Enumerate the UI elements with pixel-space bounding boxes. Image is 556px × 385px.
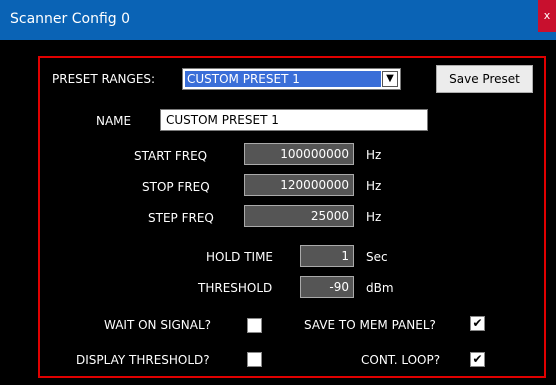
start-freq-input[interactable]: 100000000: [244, 143, 354, 165]
cont-loop-checkbox[interactable]: ✔: [470, 352, 485, 367]
preset-ranges-label: PRESET RANGES:: [52, 72, 156, 86]
display-threshold-label: DISPLAY THRESHOLD?: [76, 353, 210, 367]
step-freq-input[interactable]: 25000: [244, 205, 354, 227]
checkmark-icon: ✔: [472, 352, 483, 366]
save-to-mem-label: SAVE TO MEM PANEL?: [304, 318, 436, 332]
threshold-unit: dBm: [366, 281, 394, 295]
stop-freq-input[interactable]: 120000000: [244, 174, 354, 196]
stop-freq-label: STOP FREQ: [142, 180, 210, 194]
preset-ranges-dropdown[interactable]: CUSTOM PRESET 1 ▼: [182, 68, 401, 90]
threshold-input[interactable]: -90: [300, 276, 354, 298]
save-preset-button[interactable]: Save Preset: [436, 65, 533, 93]
chevron-down-icon[interactable]: ▼: [382, 71, 398, 87]
step-freq-unit: Hz: [366, 210, 382, 224]
hold-time-input[interactable]: 1: [300, 245, 354, 267]
start-freq-label: START FREQ: [134, 149, 208, 163]
hold-time-unit: Sec: [366, 250, 388, 264]
title-bar: Scanner Config 0 x: [0, 0, 556, 40]
wait-on-signal-label: WAIT ON SIGNAL?: [104, 318, 212, 332]
checkmark-icon: ✔: [472, 316, 483, 330]
stop-freq-unit: Hz: [366, 179, 382, 193]
step-freq-label: STEP FREQ: [148, 211, 214, 225]
name-label: NAME: [96, 114, 132, 128]
save-to-mem-checkbox[interactable]: ✔: [470, 316, 485, 331]
close-button[interactable]: x: [538, 0, 556, 32]
display-threshold-checkbox[interactable]: [247, 352, 262, 367]
wait-on-signal-checkbox[interactable]: [247, 318, 262, 333]
name-input[interactable]: CUSTOM PRESET 1: [160, 109, 428, 131]
hold-time-label: HOLD TIME: [206, 250, 274, 264]
start-freq-unit: Hz: [366, 148, 382, 162]
threshold-label: THRESHOLD: [198, 281, 273, 295]
cont-loop-label: CONT. LOOP?: [361, 353, 441, 367]
preset-selected-value: CUSTOM PRESET 1: [185, 71, 381, 87]
window-title: Scanner Config 0: [10, 11, 131, 27]
